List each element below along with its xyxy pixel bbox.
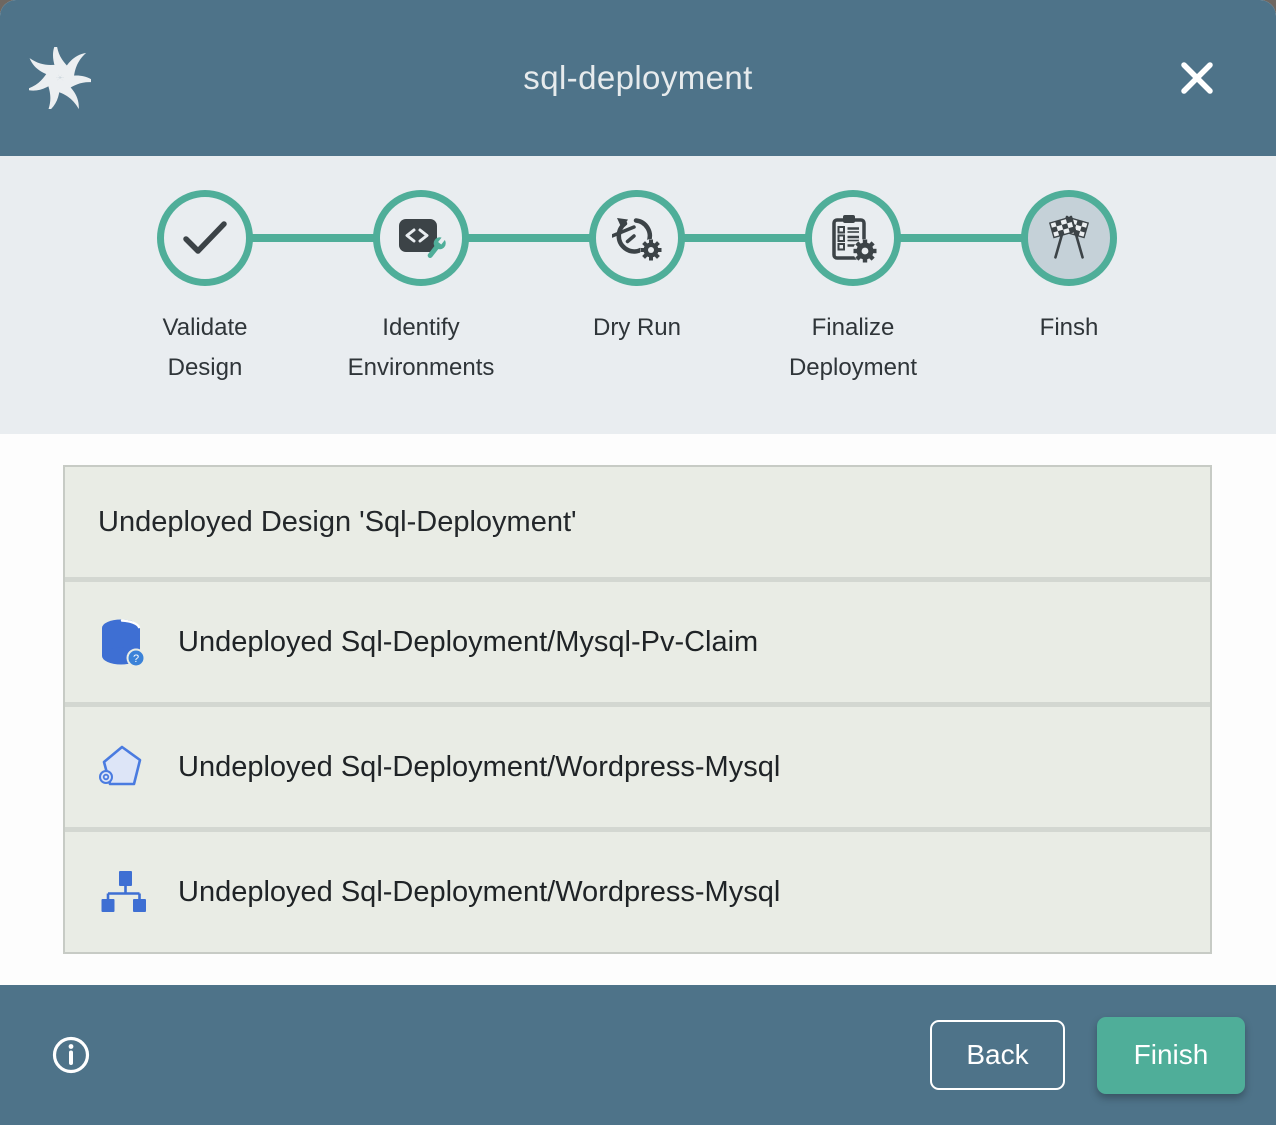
info-circle-icon[interactable]: [50, 1034, 92, 1076]
code-window-wrench-icon: [373, 190, 469, 286]
result-row-text: Undeployed Sql-Deployment/Mysql-Pv-Claim: [178, 626, 758, 659]
result-row-text: Undeployed Sql-Deployment/Wordpress-Mysq…: [178, 876, 780, 909]
clipboard-gear-icon: [805, 190, 901, 286]
finish-button[interactable]: Finish: [1097, 1017, 1245, 1094]
step-finalize-deployment: Finalize Deployment: [745, 190, 961, 388]
deployment-wizard-dialog: sql-deployment Validate Design: [0, 0, 1276, 1125]
step-label: Identify Environments: [348, 308, 495, 388]
svg-text:?: ?: [132, 653, 138, 665]
step-dry-run: Dry Run: [529, 190, 745, 388]
step-identify-environments: Identify Environments: [313, 190, 529, 388]
title-bar: sql-deployment: [0, 0, 1276, 156]
step-label: Finsh: [1040, 308, 1099, 348]
result-row-text: Undeployed Sql-Deployment/Wordpress-Mysq…: [178, 751, 780, 784]
dialog-title: sql-deployment: [523, 59, 752, 97]
footer-bar: Back Finish: [0, 985, 1276, 1125]
step-label: Finalize Deployment: [789, 308, 917, 388]
step-label: Validate Design: [163, 308, 248, 388]
check-icon: [157, 190, 253, 286]
stepper: Validate Design: [0, 156, 1276, 434]
database-question-icon: ?: [98, 618, 147, 667]
result-header-row: Undeployed Design 'Sql-Deployment': [65, 467, 1210, 577]
pentagon-badge-icon: [98, 743, 147, 792]
back-button[interactable]: Back: [930, 1020, 1065, 1090]
step-validate-design: Validate Design: [97, 190, 313, 388]
step-label: Dry Run: [593, 308, 681, 348]
hierarchy-tree-icon: [98, 868, 147, 917]
result-row: ? Undeployed Sql-Deployment/Mysql-Pv-Cla…: [65, 582, 1210, 702]
content-area: Undeployed Design 'Sql-Deployment' ? Und…: [0, 434, 1276, 985]
checkered-flags-icon: [1021, 190, 1117, 286]
close-icon[interactable]: [1174, 55, 1220, 101]
step-finish: Finsh: [961, 190, 1177, 388]
result-row: Undeployed Sql-Deployment/Wordpress-Mysq…: [65, 832, 1210, 952]
history-gear-icon: [589, 190, 685, 286]
meshery-logo-icon: [29, 47, 91, 109]
result-header-text: Undeployed Design 'Sql-Deployment': [98, 506, 577, 539]
result-row: Undeployed Sql-Deployment/Wordpress-Mysq…: [65, 707, 1210, 827]
deployment-result-list: Undeployed Design 'Sql-Deployment' ? Und…: [63, 465, 1212, 954]
